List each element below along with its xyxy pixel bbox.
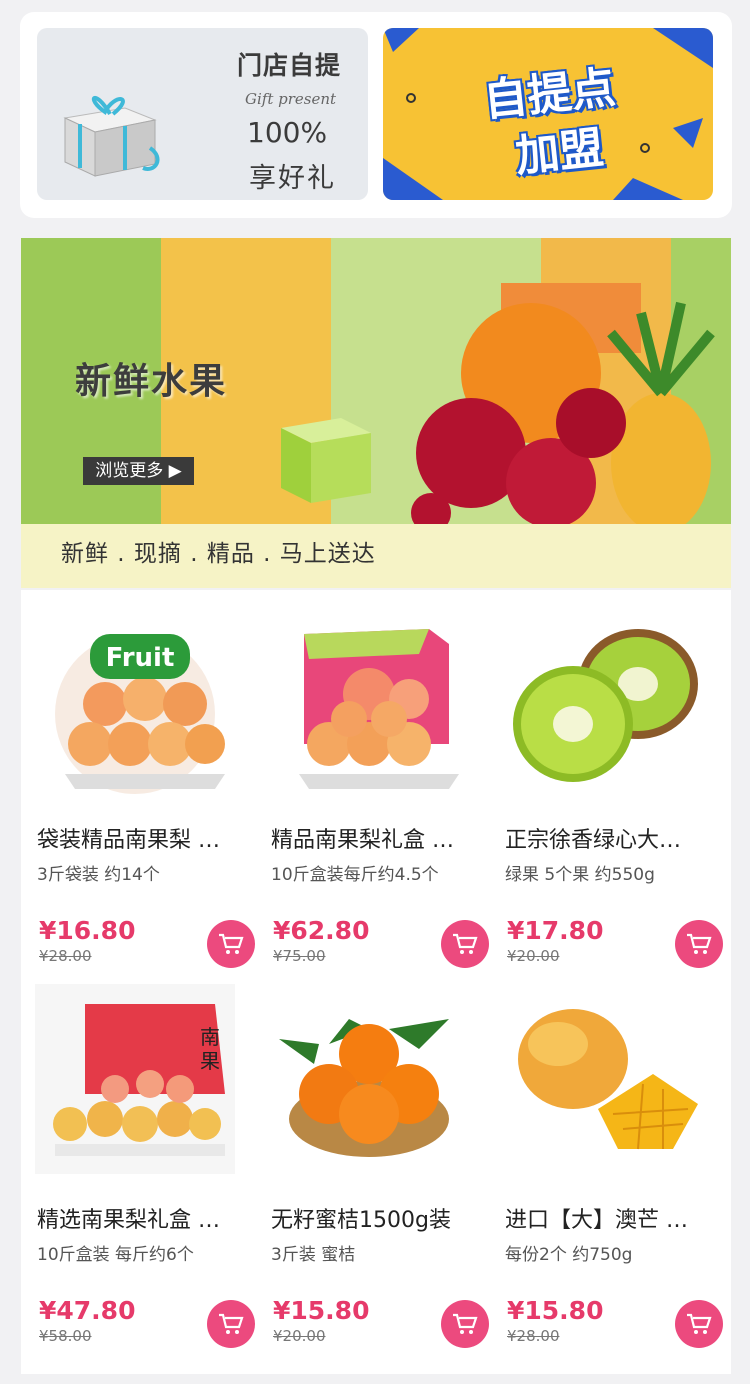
cart-icon <box>219 933 244 954</box>
product-spec: 3斤装 蜜桔 <box>271 1245 356 1265</box>
original-price: ¥28.00 <box>507 1327 560 1345</box>
join-line-2: 加盟 <box>513 122 606 183</box>
original-price: ¥20.00 <box>507 947 560 965</box>
original-price: ¥58.00 <box>39 1327 92 1345</box>
mango-image <box>518 1009 698 1150</box>
product-price: ¥16.80 <box>39 916 136 945</box>
product-card[interactable]: 精品南果梨礼盒 … 10斤盒装每斤约4.5个 ¥62.80 ¥75.00 <box>257 590 491 970</box>
product-spec: 3斤袋装 约14个 <box>37 865 160 885</box>
add-to-cart-button[interactable] <box>441 1300 489 1348</box>
pear-gift-box-2-image: 南 果 <box>35 984 235 1174</box>
enjoy-gift-text: 享好礼 <box>249 163 336 194</box>
cart-icon <box>453 1313 478 1334</box>
product-card[interactable]: 南 果 精选南果梨礼盒 … 10斤盒装 每斤约6个 ¥47.80 ¥58.00 <box>23 970 257 1350</box>
original-price: ¥20.00 <box>273 1327 326 1345</box>
product-card[interactable]: 正宗徐香绿心大… 绿果 5个果 约550g ¥17.80 ¥20.00 <box>491 590 725 970</box>
svg-text:南: 南 <box>200 1025 220 1049</box>
bagged-pears-image: Fruit <box>55 634 225 794</box>
add-to-cart-button[interactable] <box>207 1300 255 1348</box>
pickup-title: 门店自提 <box>237 51 342 80</box>
product-card[interactable]: Fruit 袋装精品南果梨 … 3斤袋装 约14个 ¥16.80 ¥28.00 <box>23 590 257 970</box>
green-cube-icon <box>281 418 371 503</box>
product-spec: 10斤盒装每斤约4.5个 <box>271 865 439 885</box>
product-grid: Fruit 袋装精品南果梨 … 3斤袋装 约14个 ¥16.80 ¥28.00 … <box>21 590 731 1374</box>
add-to-cart-button[interactable] <box>675 1300 723 1348</box>
product-price: ¥47.80 <box>39 1296 136 1325</box>
product-name: 进口【大】澳芒 … <box>505 1208 688 1233</box>
percent-text: 100% <box>247 116 328 149</box>
product-name: 袋装精品南果梨 … <box>37 828 220 853</box>
product-price: ¥62.80 <box>273 916 370 945</box>
product-name: 精品南果梨礼盒 … <box>271 828 454 853</box>
product-spec: 10斤盒装 每斤约6个 <box>37 1245 194 1265</box>
cart-icon <box>219 1313 244 1334</box>
fresh-fruit-banner[interactable]: 新鲜水果 浏览更多 ▶ 新鲜 . 现摘 . 精品 . 马上送达 <box>21 238 731 588</box>
pear-gift-box-image <box>299 629 459 789</box>
svg-text:果: 果 <box>200 1049 220 1073</box>
product-card[interactable]: 无籽蜜桔1500g装 3斤装 蜜桔 ¥15.80 ¥20.00 <box>257 970 491 1350</box>
pickup-promo[interactable]: 门店自提 Gift present 100% 享好礼 <box>37 28 368 200</box>
product-price: ¥15.80 <box>273 1296 370 1325</box>
tangerines-image <box>279 1019 449 1157</box>
product-name: 正宗徐香绿心大… <box>505 828 682 853</box>
add-to-cart-button[interactable] <box>675 920 723 968</box>
add-to-cart-button[interactable] <box>207 920 255 968</box>
join-promo[interactable]: 自提点 加盟 <box>383 28 713 200</box>
browse-more-button[interactable]: 浏览更多 ▶ <box>83 457 194 485</box>
product-spec: 绿果 5个果 约550g <box>505 865 655 885</box>
product-name: 精选南果梨礼盒 … <box>37 1208 220 1233</box>
gift-box-icon <box>63 95 160 177</box>
product-card[interactable]: 进口【大】澳芒 … 每份2个 约750g ¥15.80 ¥28.00 <box>491 970 725 1350</box>
original-price: ¥75.00 <box>273 947 326 965</box>
gift-script-text: Gift present <box>245 90 337 108</box>
fruit-pile-icon <box>411 283 715 533</box>
svg-text:Fruit: Fruit <box>106 643 175 673</box>
kiwi-image <box>513 629 698 782</box>
cart-icon <box>687 933 712 954</box>
original-price: ¥28.00 <box>39 947 92 965</box>
product-spec: 每份2个 约750g <box>505 1245 633 1265</box>
banner-slogan: 新鲜 . 现摘 . 精品 . 马上送达 <box>61 541 376 567</box>
cart-icon <box>453 933 478 954</box>
product-price: ¥15.80 <box>507 1296 604 1325</box>
banner-title: 新鲜水果 <box>75 361 228 402</box>
cart-icon <box>687 1313 712 1334</box>
product-price: ¥17.80 <box>507 916 604 945</box>
add-to-cart-button[interactable] <box>441 920 489 968</box>
product-name: 无籽蜜桔1500g装 <box>271 1208 451 1233</box>
